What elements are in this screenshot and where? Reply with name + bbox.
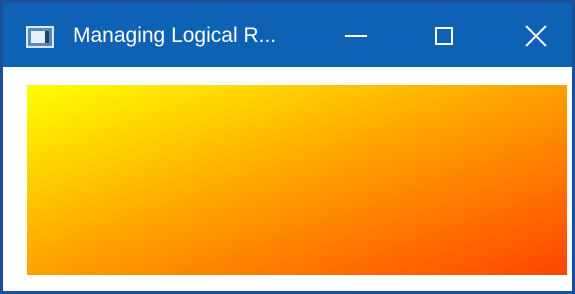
client-area [3, 67, 572, 291]
app-window-icon[interactable] [26, 26, 54, 48]
minimize-button[interactable] [324, 11, 388, 61]
app-window: Managing Logical R... [0, 0, 575, 294]
maximize-icon [435, 27, 453, 45]
title-bar[interactable]: Managing Logical R... [3, 3, 572, 67]
close-icon [524, 24, 548, 48]
maximize-button[interactable] [412, 11, 476, 61]
minimize-icon [345, 35, 367, 37]
app-icon-pane [31, 31, 45, 43]
close-button[interactable] [504, 11, 568, 61]
window-title: Managing Logical R... [73, 24, 277, 47]
app-icon-stripe [45, 31, 49, 43]
gradient-rectangle [27, 85, 567, 275]
